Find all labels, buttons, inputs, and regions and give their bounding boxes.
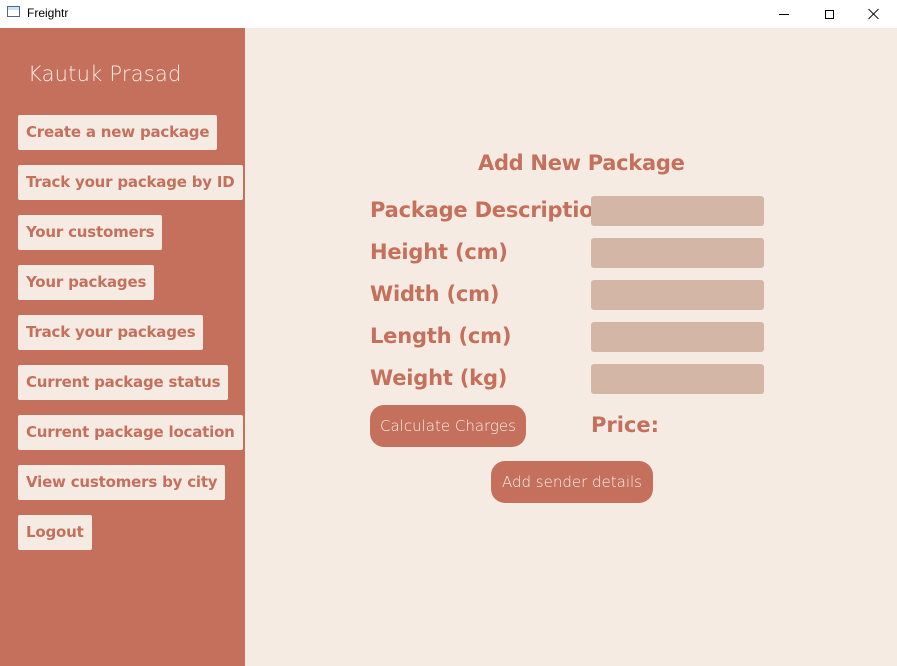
track-your-packages-button[interactable]: Track your packages (18, 315, 204, 350)
user-name: Kautuk Prasad (28, 62, 182, 86)
package-description-label: Package Description (370, 198, 609, 222)
weight-input[interactable] (591, 364, 764, 394)
your-packages-button[interactable]: Your packages (18, 265, 155, 300)
weight-label: Weight (kg) (370, 366, 508, 390)
close-icon (868, 8, 880, 20)
height-label: Height (cm) (370, 240, 508, 264)
app-window-icon (7, 6, 20, 17)
window-title: Freightr (27, 6, 69, 20)
sidebar: Kautuk Prasad Create a new package Track… (0, 28, 245, 666)
your-customers-button[interactable]: Your customers (18, 215, 163, 250)
logout-button[interactable]: Logout (18, 515, 92, 550)
height-input[interactable] (591, 238, 764, 268)
width-label: Width (cm) (370, 282, 500, 306)
minimize-icon (779, 13, 789, 15)
maximize-button[interactable] (806, 0, 852, 28)
close-button[interactable] (851, 0, 897, 28)
length-input[interactable] (591, 322, 764, 352)
maximize-icon (824, 9, 834, 19)
calculate-charges-button[interactable]: Calculate Charges (370, 405, 526, 447)
customers-by-city-button[interactable]: View customers by city (18, 465, 226, 500)
package-location-button[interactable]: Current package location (18, 415, 243, 450)
width-input[interactable] (591, 280, 764, 310)
price-label: Price: (591, 413, 660, 437)
create-package-button[interactable]: Create a new package (18, 115, 218, 150)
form-title: Add New Package (478, 151, 685, 175)
package-status-button[interactable]: Current package status (18, 365, 229, 400)
length-label: Length (cm) (370, 324, 512, 348)
minimize-button[interactable] (761, 0, 807, 28)
package-description-input[interactable] (591, 196, 764, 226)
title-bar: Freightr (0, 0, 897, 28)
main-panel: Add New Package Package Description Heig… (245, 28, 897, 666)
add-sender-details-button[interactable]: Add sender details (491, 461, 653, 503)
track-package-by-id-button[interactable]: Track your package by ID (18, 165, 243, 200)
